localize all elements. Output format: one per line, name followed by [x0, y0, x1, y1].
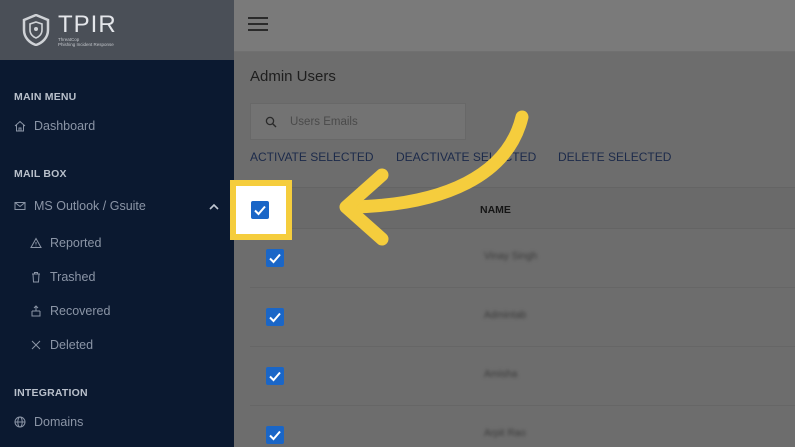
chevron-up-icon[interactable] [208, 202, 220, 212]
user-name: Amisha [484, 369, 518, 380]
sidebar-item-label: MS Outlook / Gsuite [34, 199, 146, 213]
home-icon [14, 120, 26, 132]
warning-icon [30, 237, 42, 248]
sidebar-item-dashboard[interactable]: Dashboard [14, 119, 95, 133]
user-name: Arpit Rao [484, 428, 526, 439]
sidebar-item-label: Recovered [50, 304, 111, 318]
sidebar-item-label: Reported [50, 236, 102, 250]
table-row[interactable]: Admintab [250, 288, 795, 347]
checkmark-icon [269, 312, 281, 323]
top-bar [234, 0, 795, 52]
sidebar-item-trashed[interactable]: Trashed [30, 270, 95, 284]
mail-icon [14, 202, 26, 210]
main-menu-title: MAIN MENU [14, 91, 77, 103]
table-row[interactable]: Amisha [250, 347, 795, 406]
checkmark-icon [269, 371, 281, 382]
sidebar-item-label: Domains [34, 415, 84, 429]
row-checkbox[interactable] [266, 308, 284, 326]
checkmark-icon [269, 253, 281, 264]
delete-selected-button[interactable]: DELETE SELECTED [558, 150, 671, 164]
brand-tagline-2: Phishing Incident Response [58, 42, 114, 47]
sidebar-item-recovered[interactable]: Recovered [30, 304, 110, 318]
select-all-checkbox[interactable] [251, 201, 269, 219]
table-row[interactable]: Arpit Rao [250, 406, 795, 447]
sidebar-item-label: Deleted [50, 338, 94, 352]
sidebar-item-label: Dashboard [34, 119, 96, 133]
brand-name: TPIR [58, 10, 117, 38]
sidebar: TPIR ThreatCop Phishing Incident Respons… [0, 0, 234, 447]
pointer-arrow-icon [339, 110, 529, 246]
row-checkbox[interactable] [266, 249, 284, 267]
close-icon [31, 340, 41, 350]
shield-logo-icon [22, 14, 50, 46]
hamburger-menu-icon[interactable] [248, 17, 268, 31]
sidebar-item-reported[interactable]: Reported [30, 236, 101, 250]
trash-icon [32, 272, 40, 283]
checkmark-icon [269, 430, 281, 441]
mailbox-title: MAIL BOX [14, 168, 67, 180]
select-all-highlight [230, 180, 292, 240]
search-icon [265, 116, 277, 127]
checkmark-icon [254, 205, 266, 216]
brand-header[interactable]: TPIR ThreatCop Phishing Incident Respons… [0, 0, 234, 60]
sidebar-item-domains[interactable]: Domains [14, 415, 83, 429]
page-title: Admin Users [250, 68, 336, 85]
recover-icon [31, 305, 41, 317]
integration-title: INTEGRATION [14, 387, 88, 399]
row-checkbox[interactable] [266, 426, 284, 444]
sidebar-item-deleted[interactable]: Deleted [30, 338, 93, 352]
globe-icon [14, 416, 26, 428]
row-checkbox[interactable] [266, 367, 284, 385]
sidebar-item-label: Trashed [50, 270, 96, 284]
sidebar-item-ms-outlook[interactable]: MS Outlook / Gsuite [14, 199, 146, 213]
user-name: Admintab [484, 310, 527, 321]
